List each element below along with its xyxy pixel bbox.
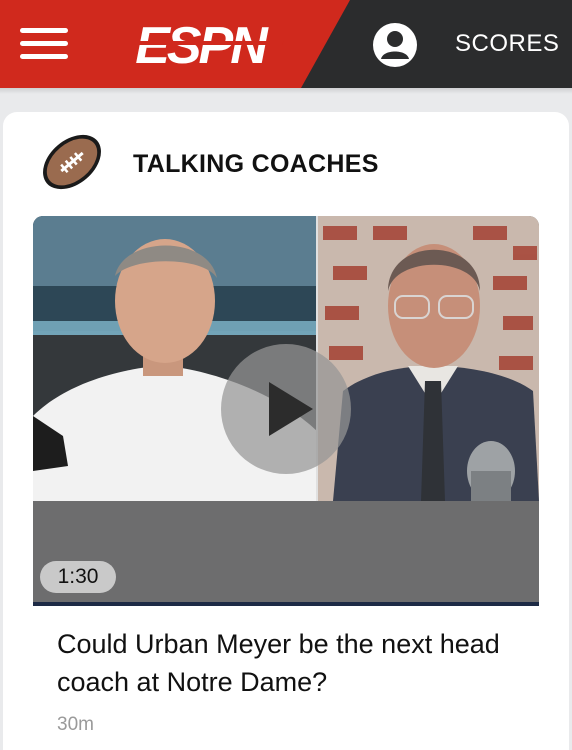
video-duration-badge: 1:30 [40, 561, 116, 593]
section-title: TALKING COACHES [133, 150, 379, 178]
play-button[interactable] [221, 344, 351, 474]
user-profile-icon[interactable] [372, 22, 418, 68]
header-shadow [0, 88, 572, 94]
football-icon [43, 134, 101, 190]
hamburger-menu-icon[interactable] [20, 22, 68, 66]
top-nav-bar: ESPN SCORES [0, 0, 572, 88]
story-headline[interactable]: Could Urban Meyer be the next head coach… [57, 625, 517, 701]
play-icon [269, 382, 313, 436]
espn-logo[interactable]: ESPN [110, 16, 290, 72]
scores-link[interactable]: SCORES [455, 30, 559, 58]
story-timestamp: 30m [57, 714, 94, 735]
video-progress-bar [33, 602, 539, 606]
